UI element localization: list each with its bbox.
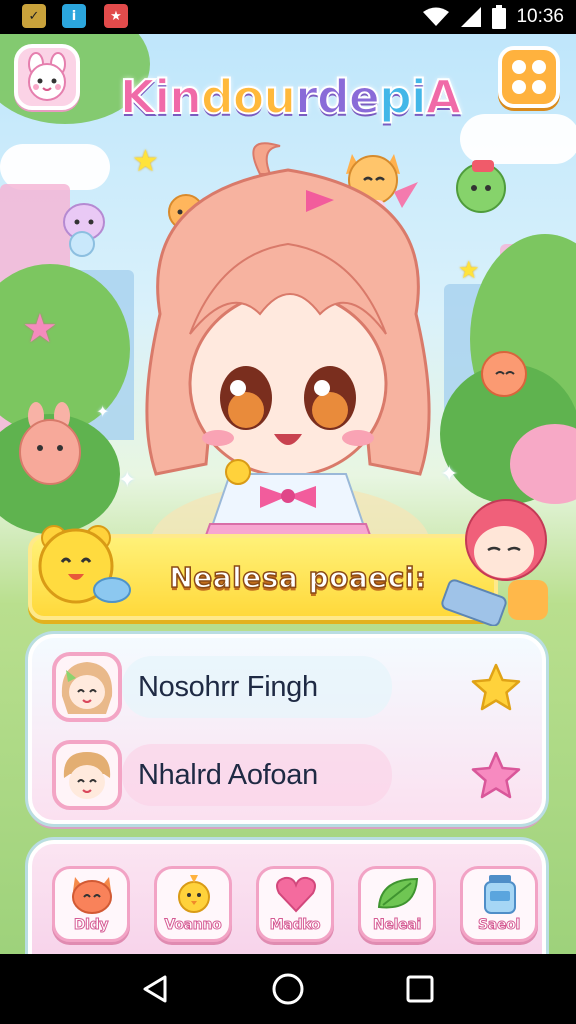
floating-critter-icon [63,203,105,257]
back-button[interactable] [134,967,178,1011]
sparkle-star: ★ [458,256,480,284]
toolbar-label: Voanno [164,917,222,934]
grid-menu-icon [532,80,546,94]
home-button[interactable] [266,967,310,1011]
toolbar-button-voanno[interactable]: Voanno [154,866,232,942]
battery-icon [492,5,507,29]
toolbar-label: Saeol [478,917,521,934]
heart-icon [276,876,316,913]
grid-menu-icon [532,60,546,74]
leaf-icon [377,877,419,909]
profile-button[interactable] [14,44,80,110]
toolbar-button-saeol[interactable]: Saeol [460,866,538,942]
floating-critter-icon [481,351,527,397]
contact-list-panel: Nosohrr Fingh Nhalrd Aofoan [28,634,546,824]
navigation-bar [0,954,576,1024]
star-icon[interactable] [470,662,522,714]
recents-square-icon [406,975,434,1003]
status-indicators: 10:36 [422,2,564,32]
status-bar: ✓ i ★ 10:36 [0,0,576,34]
app-icon-1: ✓ [22,4,46,28]
main-screen: ★ ★ ★ ✦ ✦ ✦ ★ [0,34,576,954]
floating-critter-icon [19,402,81,485]
app-title: KindourdepiA [100,69,480,125]
toolbar-label: Neleai [373,917,422,934]
home-circle-icon [272,973,304,1005]
avatar [52,652,122,722]
back-triangle-icon [143,975,167,1003]
banner-text: Nealesa poaeci: [169,560,427,595]
title-part: pi [378,69,428,125]
wifi-icon [423,7,450,26]
jar-icon [484,875,516,914]
menu-button[interactable] [498,46,560,108]
boy-avatar-icon [63,752,111,799]
cat-icon [72,877,112,914]
avatar [52,740,122,810]
clock: 10:36 [516,6,564,27]
title-part: rde [294,69,381,125]
toolbar-label: Madko [269,917,321,934]
girl-avatar-icon [61,662,113,714]
floating-critter-icon [456,160,506,213]
bear-mascot-icon [38,525,131,604]
contact-name: Nosohrr Fingh [138,670,318,703]
recents-button[interactable] [398,967,442,1011]
bunny-avatar-icon [28,52,66,101]
toolbar-button-neleai[interactable]: Neleai [358,866,436,942]
contact-name: Nhalrd Aofoan [138,758,318,791]
app-icon-2: i [62,4,86,28]
list-item[interactable]: Nhalrd Aofoan [52,740,522,810]
grid-menu-icon [512,80,526,94]
signal-icon [461,7,482,27]
girl-with-tablet-icon [441,499,548,626]
chick-icon [178,875,210,913]
bottom-toolbar: Dldy Voanno Madko Neleai Saeol [28,840,546,954]
toolbar-label: Dldy [73,917,109,934]
hero-character-illustration [145,142,431,553]
title-part: dou [200,69,297,125]
sparkle-star: ★ [22,306,58,352]
toolbar-button-madko[interactable]: Madko [256,866,334,942]
list-item[interactable]: Nosohrr Fingh [52,652,522,722]
title-part: A [425,69,463,125]
toolbar-button-dldy[interactable]: Dldy [52,866,130,942]
title-part: Kin [119,69,203,125]
sparkle-star: ✦ [96,402,110,421]
grid-menu-icon [512,60,526,74]
star-icon[interactable] [470,750,522,802]
app-icon-3: ★ [104,4,128,28]
